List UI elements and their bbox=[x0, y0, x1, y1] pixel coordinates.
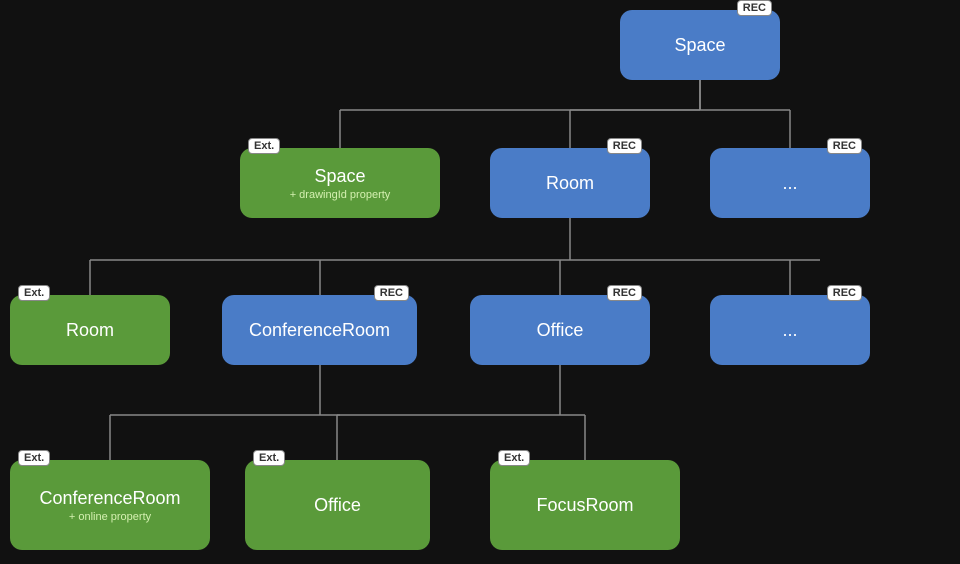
confroom-ext-sublabel: + online property bbox=[69, 511, 151, 523]
ext-badge: Ext. bbox=[18, 285, 50, 301]
space-rec-node: REC Space bbox=[620, 10, 780, 80]
space-ext-sublabel: + drawingId property bbox=[290, 189, 391, 201]
rec-badge: REC bbox=[827, 285, 862, 301]
ext-badge: Ext. bbox=[253, 450, 285, 466]
space-ext-node: Ext. Space + drawingId property bbox=[240, 148, 440, 218]
office-rec-label: Office bbox=[537, 320, 584, 341]
dots2-label: ... bbox=[782, 320, 797, 341]
room-ext-label: Room bbox=[66, 320, 114, 341]
rec-badge: REC bbox=[607, 285, 642, 301]
rec-badge: REC bbox=[827, 138, 862, 154]
room-rec-label: Room bbox=[546, 173, 594, 194]
room-ext-node: Ext. Room bbox=[10, 295, 170, 365]
office-ext-label: Office bbox=[314, 495, 361, 516]
dots2-node: REC ... bbox=[710, 295, 870, 365]
rec-badge: REC bbox=[607, 138, 642, 154]
space-rec-label: Space bbox=[674, 35, 725, 56]
space-ext-label: Space bbox=[314, 166, 365, 187]
focusroom-ext-node: Ext. FocusRoom bbox=[490, 460, 680, 550]
rec-badge: REC bbox=[374, 285, 409, 301]
room-rec-node: REC Room bbox=[490, 148, 650, 218]
ext-badge: Ext. bbox=[498, 450, 530, 466]
confroom-rec-label: ConferenceRoom bbox=[249, 320, 390, 341]
dots1-node: REC ... bbox=[710, 148, 870, 218]
confroom-ext-node: Ext. ConferenceRoom + online property bbox=[10, 460, 210, 550]
ext-badge: Ext. bbox=[18, 450, 50, 466]
confroom-rec-node: REC ConferenceRoom bbox=[222, 295, 417, 365]
rec-badge: REC bbox=[737, 0, 772, 16]
office-ext-node: Ext. Office bbox=[245, 460, 430, 550]
dots1-label: ... bbox=[782, 173, 797, 194]
confroom-ext-label: ConferenceRoom bbox=[39, 488, 180, 509]
ext-badge: Ext. bbox=[248, 138, 280, 154]
focusroom-ext-label: FocusRoom bbox=[536, 495, 633, 516]
office-rec-node: REC Office bbox=[470, 295, 650, 365]
